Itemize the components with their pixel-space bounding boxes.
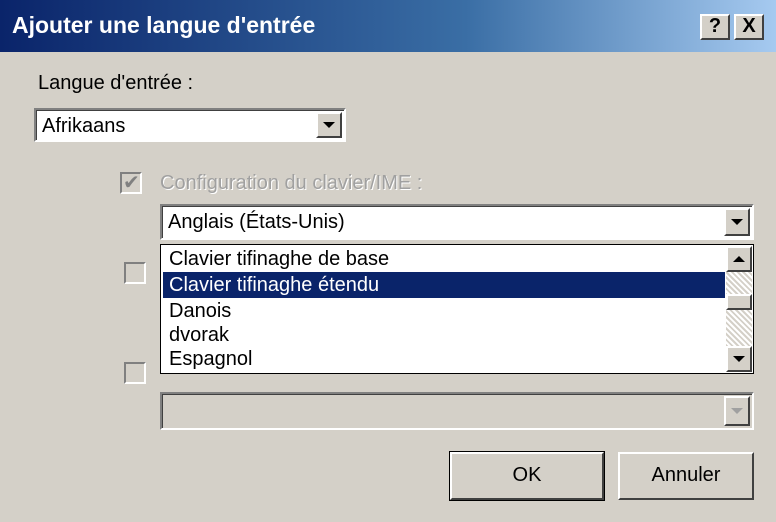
scroll-down-button[interactable] <box>726 346 752 372</box>
help-button[interactable]: ? <box>700 14 730 40</box>
keyboard-layout-dropdown-list[interactable]: Clavier tifinaghe de base Clavier tifina… <box>160 244 754 374</box>
input-language-dropdown-button[interactable] <box>316 112 342 138</box>
scroll-up-button[interactable] <box>726 246 752 272</box>
keyboard-layout-select[interactable]: Anglais (États-Unis) <box>160 204 754 240</box>
list-item[interactable]: Espagnol <box>163 346 725 372</box>
keyboard-layout-dropdown-button[interactable] <box>724 208 750 236</box>
title-bar[interactable]: Ajouter une langue d'entrée ? X <box>0 0 776 52</box>
speech-checkbox[interactable] <box>124 262 146 284</box>
cancel-button[interactable]: Annuler <box>618 452 754 500</box>
window-title: Ajouter une langue d'entrée <box>12 12 316 38</box>
list-scrollbar[interactable] <box>726 246 752 372</box>
chevron-down-icon <box>323 122 335 128</box>
chevron-down-icon <box>731 219 743 225</box>
ok-button[interactable]: OK <box>449 451 605 501</box>
keyboard-layout-value: Anglais (États-Unis) <box>168 211 345 233</box>
list-item[interactable]: dvorak <box>163 322 725 348</box>
list-item-selected[interactable]: Clavier tifinaghe étendu <box>163 272 725 298</box>
arrow-up-icon <box>733 256 745 262</box>
dialect-checkbox[interactable] <box>124 362 146 384</box>
close-button[interactable]: X <box>734 14 764 40</box>
list-item[interactable]: Danois <box>163 298 725 324</box>
list-item[interactable]: Clavier tifinaghe de base <box>163 246 725 272</box>
input-language-label: Langue d'entrée : <box>38 72 194 94</box>
chevron-down-icon <box>731 408 743 414</box>
keyboard-layout-label: Configuration du clavier/IME : <box>160 172 423 194</box>
input-language-value: Afrikaans <box>42 115 126 137</box>
input-language-select[interactable]: Afrikaans <box>34 108 346 142</box>
scroll-thumb[interactable] <box>726 294 752 310</box>
arrow-down-icon <box>733 356 745 362</box>
dialect-dropdown-button[interactable] <box>724 396 750 426</box>
checkmark-icon: ✔ <box>123 172 140 194</box>
dialect-select[interactable] <box>160 392 754 430</box>
keyboard-layout-checkbox[interactable]: ✔ <box>120 172 142 194</box>
